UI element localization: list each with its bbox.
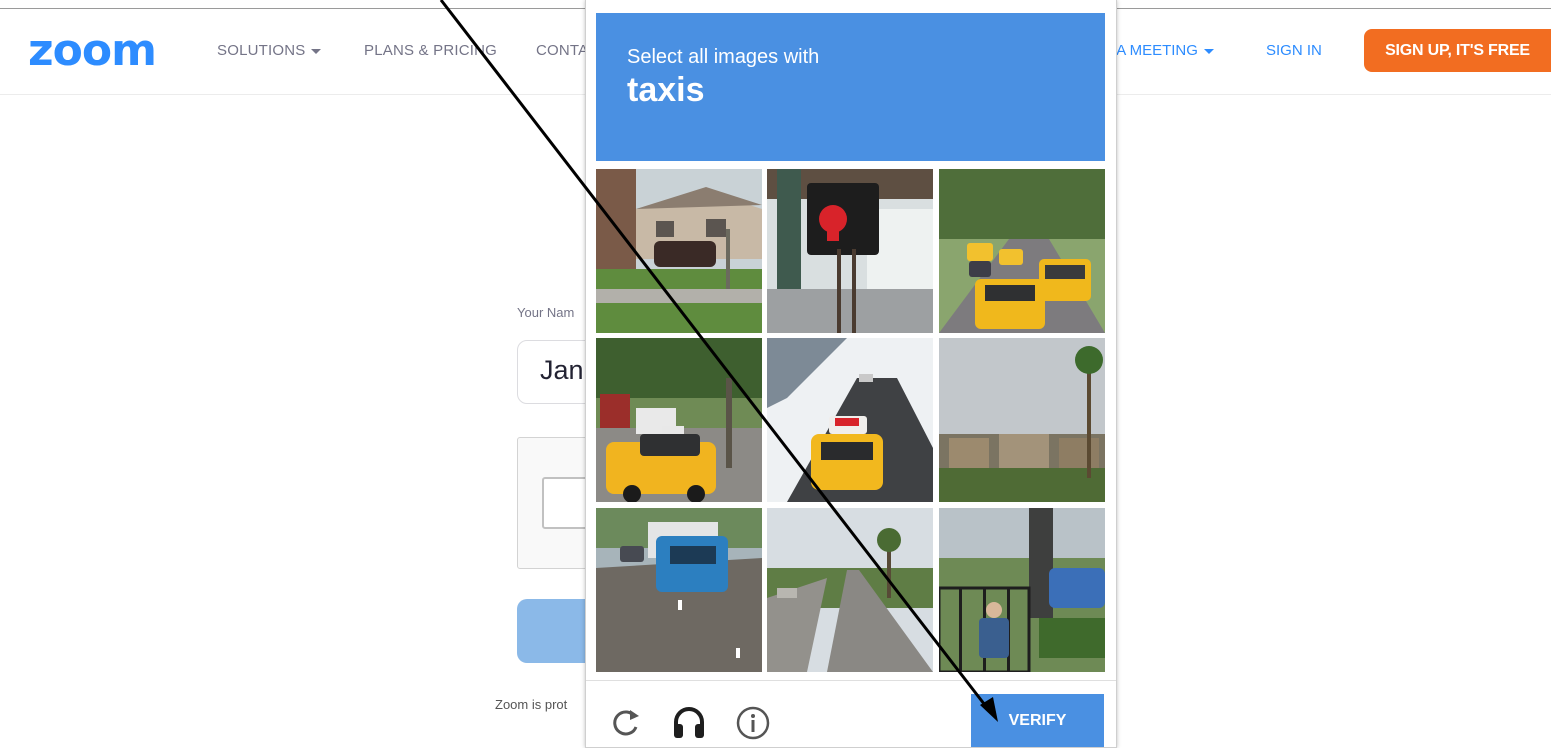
sign-up-button[interactable]: SIGN UP, IT'S FREE bbox=[1364, 29, 1551, 72]
person-fence-image bbox=[939, 508, 1105, 672]
captcha-tile-8[interactable] bbox=[767, 508, 933, 672]
captcha-tile-9[interactable] bbox=[939, 508, 1105, 672]
info-icon[interactable] bbox=[735, 705, 771, 741]
pedestrian-signal-image bbox=[767, 169, 933, 333]
palm-street-image bbox=[767, 508, 933, 672]
palm-buildings-image bbox=[939, 338, 1105, 502]
truck-highway-image bbox=[596, 508, 762, 672]
captcha-tile-4[interactable] bbox=[596, 338, 762, 502]
captcha-tile-2[interactable] bbox=[767, 169, 933, 333]
nav-host-meeting-label: T A MEETING bbox=[1104, 42, 1198, 59]
reload-icon[interactable] bbox=[608, 705, 644, 741]
zoom-logo[interactable]: zoom bbox=[28, 23, 157, 79]
captcha-image-grid bbox=[596, 169, 1106, 672]
name-input-value: Jan bbox=[540, 355, 584, 385]
sign-in-link[interactable]: SIGN IN bbox=[1266, 42, 1322, 59]
your-name-label: Your Nam bbox=[517, 305, 575, 320]
captcha-tile-1[interactable] bbox=[596, 169, 762, 333]
captcha-challenge-popup: Select all images with taxis bbox=[585, 0, 1117, 748]
nav-plans-label: PLANS & PRICING bbox=[364, 42, 498, 59]
chevron-down-icon bbox=[311, 48, 322, 54]
nav-plans-pricing[interactable]: PLANS & PRICING bbox=[364, 42, 497, 59]
captcha-tile-3[interactable] bbox=[939, 169, 1105, 333]
captcha-instructions: Select all images with taxis bbox=[596, 13, 1105, 161]
nav-host-meeting[interactable]: T A MEETING bbox=[1104, 42, 1214, 59]
nav-contact-label: CONTA bbox=[536, 42, 589, 59]
captcha-tile-6[interactable] bbox=[939, 338, 1105, 502]
footer-text: Zoom is prot bbox=[495, 697, 568, 712]
verify-button[interactable]: VERIFY bbox=[971, 694, 1104, 747]
house-street-image bbox=[596, 169, 762, 333]
captcha-tile-7[interactable] bbox=[596, 508, 762, 672]
captcha-tile-5[interactable] bbox=[767, 338, 933, 502]
chevron-down-icon bbox=[1203, 48, 1214, 54]
nav-solutions-label: SOLUTIONS bbox=[217, 42, 306, 59]
audio-icon[interactable] bbox=[671, 705, 707, 741]
nav-solutions[interactable]: SOLUTIONS bbox=[217, 42, 322, 59]
taxi-road-image bbox=[767, 338, 933, 502]
captcha-instruction-text: Select all images with bbox=[627, 46, 820, 68]
captcha-target-label: taxis bbox=[627, 71, 705, 109]
taxis-traffic-image bbox=[939, 169, 1105, 333]
taxi-intersection-image bbox=[596, 338, 762, 502]
nav-contact[interactable]: CONTA bbox=[536, 42, 588, 59]
